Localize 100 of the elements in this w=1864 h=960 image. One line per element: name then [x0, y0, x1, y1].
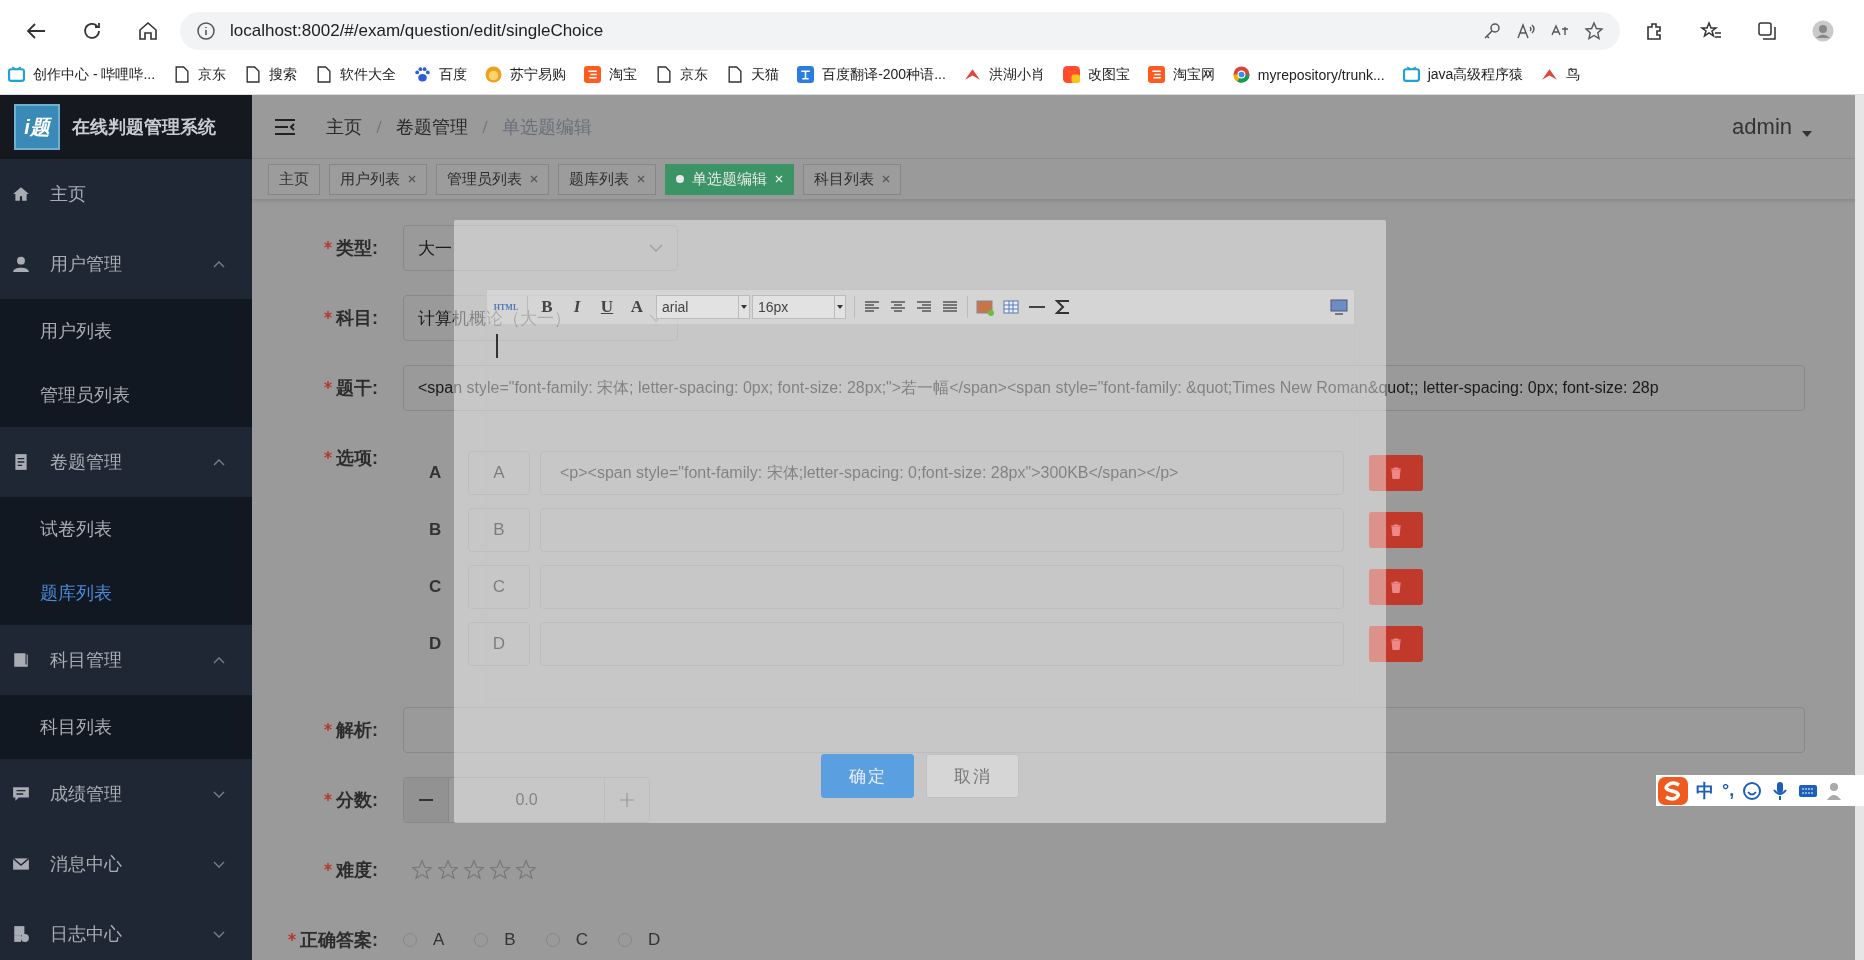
underline-button[interactable]: U: [596, 297, 618, 317]
address-bar[interactable]: localhost:8002/#/exam/question/edit/singleChoice: [180, 11, 1620, 50]
bookmark-link[interactable]: 淘宝网: [1172, 65, 1215, 84]
breadcrumb-link[interactable]: 卷题管理: [396, 114, 468, 139]
bookmark-link[interactable]: 百度翻译-200种语...: [822, 65, 946, 84]
ime-logo-icon[interactable]: [1658, 776, 1688, 805]
radio-option[interactable]: A: [403, 930, 445, 950]
separator-icon: [374, 118, 384, 135]
menu-item[interactable]: 消息中心: [0, 829, 252, 899]
favorite-add-icon[interactable]: [1584, 20, 1604, 41]
page-icon: [173, 66, 191, 83]
field-label: 分数:: [336, 789, 378, 812]
submenu-item[interactable]: 题库列表: [0, 561, 252, 625]
font-size-dropdown[interactable]: 16px: [752, 295, 846, 319]
trash-icon: [1390, 467, 1402, 479]
bookmark-link[interactable]: 天猫: [751, 65, 780, 84]
bookmark-link[interactable]: 百度: [439, 65, 468, 84]
submenu-item[interactable]: 用户列表: [0, 299, 252, 363]
delete-button[interactable]: [1369, 569, 1423, 605]
app-title: 在线判题管理系统: [72, 116, 216, 139]
breadcrumb-link[interactable]: 主页: [326, 114, 362, 139]
book-icon: [12, 651, 30, 669]
home-icon: [12, 185, 30, 203]
status-dot: [676, 175, 684, 183]
caret-icon[interactable]: [837, 305, 843, 309]
sigma-icon[interactable]: [1054, 298, 1072, 316]
menu-item[interactable]: 日志中心: [0, 899, 252, 960]
page-icon: [655, 66, 673, 83]
monitor-icon[interactable]: [1330, 298, 1348, 316]
menu-item[interactable]: 成绩管理: [0, 759, 252, 829]
chevron-down-icon: [649, 244, 663, 252]
close-icon[interactable]: [530, 175, 538, 183]
user-menu[interactable]: admin: [1732, 113, 1792, 140]
bookmark-link[interactable]: 苏宁易购: [510, 65, 567, 84]
menu-item[interactable]: 用户管理: [0, 229, 252, 299]
page-tab[interactable]: 用户列表: [329, 163, 427, 195]
bookmark-link[interactable]: 京东: [198, 65, 227, 84]
italic-button[interactable]: I: [566, 297, 588, 317]
home-icon[interactable]: [137, 19, 159, 42]
delete-button[interactable]: [1369, 512, 1423, 548]
scrollbar[interactable]: [1855, 95, 1864, 960]
bookmark-link[interactable]: 洪湖小肖: [988, 65, 1045, 84]
bold-button[interactable]: B: [536, 297, 558, 317]
close-icon[interactable]: [408, 175, 416, 183]
trash-icon: [1390, 524, 1402, 536]
close-icon[interactable]: [882, 175, 890, 183]
bookmark-link[interactable]: 软件大全: [340, 65, 397, 84]
delete-button[interactable]: [1369, 455, 1423, 491]
caret-icon[interactable]: [1802, 130, 1812, 137]
bookmark-link[interactable]: 淘宝: [609, 65, 638, 84]
option-letter: C: [428, 577, 443, 597]
bookmark-link[interactable]: 京东: [680, 65, 709, 84]
info-icon: [196, 20, 216, 41]
bookmark-link[interactable]: java高级程序猿: [1427, 65, 1524, 84]
profile-icon[interactable]: [1812, 19, 1834, 42]
menu-item[interactable]: 卷题管理: [0, 427, 252, 497]
bookmark-link[interactable]: 创作中心 - 哔哩哔...: [33, 65, 156, 84]
menu-item[interactable]: 主页: [0, 159, 252, 229]
caret-icon[interactable]: [741, 305, 747, 309]
collections-icon[interactable]: [1756, 19, 1778, 42]
submenu-item[interactable]: 管理员列表: [0, 363, 252, 427]
bookmark-link[interactable]: 改图宝: [1087, 65, 1130, 84]
menu-item[interactable]: 科目管理: [0, 625, 252, 695]
minus-icon: [418, 799, 434, 801]
option-letter: B: [428, 520, 443, 540]
page-tab[interactable]: 主页: [268, 163, 320, 195]
font-family-dropdown[interactable]: arial: [656, 295, 750, 319]
field-label: 解析:: [336, 719, 378, 742]
input-mode-toggle[interactable]: 中: [1696, 778, 1714, 803]
radio-option[interactable]: C: [545, 930, 588, 950]
page-tab[interactable]: 管理员列表: [436, 163, 549, 195]
smiley-icon[interactable]: [1742, 780, 1763, 801]
bookmark-link[interactable]: 鸟: [1566, 65, 1581, 84]
page-tab[interactable]: 题库列表: [558, 163, 656, 195]
table-icon[interactable]: [1002, 298, 1020, 316]
field-label: 题干:: [336, 377, 378, 400]
radio-option[interactable]: D: [617, 930, 661, 950]
page-tab[interactable]: 科目列表: [803, 163, 901, 195]
submenu-item[interactable]: 科目列表: [0, 695, 252, 759]
key-icon[interactable]: [1482, 20, 1502, 41]
page-icon: [315, 66, 333, 83]
field-label: 正确答案:: [300, 929, 378, 952]
mail-icon: [12, 855, 30, 873]
image-icon[interactable]: [976, 298, 994, 316]
select-field[interactable]: 大一: [403, 225, 678, 271]
bookmark-link[interactable]: myrepository/trunk...: [1257, 66, 1385, 83]
close-icon[interactable]: [637, 175, 645, 183]
submenu-item[interactable]: 试卷列表: [0, 497, 252, 561]
delete-button[interactable]: [1369, 626, 1423, 662]
menu-icon[interactable]: [274, 117, 296, 136]
bookmark-link[interactable]: 搜索: [269, 65, 298, 84]
logo-icon: i题: [14, 104, 60, 150]
punctuation-toggle[interactable]: °,: [1722, 780, 1735, 801]
field-label: 选项:: [336, 447, 378, 470]
radio-option[interactable]: B: [474, 930, 516, 950]
text-field[interactable]: [403, 707, 1805, 753]
tile-icon: [1062, 66, 1080, 83]
separator-icon: [480, 118, 490, 135]
field-label: 科目:: [336, 307, 378, 330]
font-color-button[interactable]: A: [626, 297, 648, 317]
